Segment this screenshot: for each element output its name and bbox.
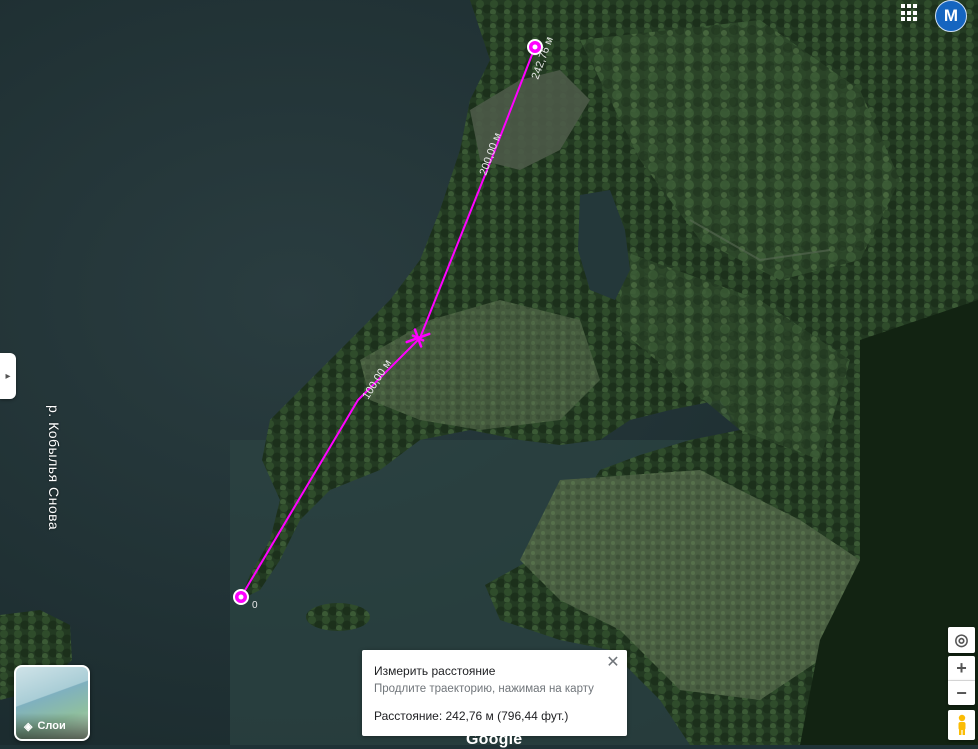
layers-button[interactable]: ◈ Слои <box>14 665 90 741</box>
measure-distance-card: Измерить расстояние Продлите траекторию,… <box>362 650 627 736</box>
my-location-icon[interactable]: ◎ <box>948 627 975 653</box>
pegman-icon[interactable] <box>948 710 975 740</box>
measure-label-start: 0 <box>252 600 258 611</box>
satellite-map[interactable]: 100,00 м 200,00 м 242,76 м 0 <box>0 0 978 745</box>
measure-hint: Продлите траекторию, нажимая на карту <box>374 683 594 695</box>
account-avatar[interactable]: M <box>935 0 967 32</box>
measure-distance-value: Расстояние: 242,76 м (796,44 фут.) <box>374 709 569 723</box>
close-icon[interactable]: ✕ <box>605 652 621 672</box>
river-label: р. Кобылья Снова <box>46 405 62 531</box>
layers-icon: ◈ <box>24 720 33 733</box>
side-panel-toggle[interactable]: ▸ <box>0 353 16 399</box>
layers-label: Слои <box>37 720 66 732</box>
zoom-in-button[interactable]: + <box>948 656 975 681</box>
google-logo: Google <box>466 731 523 748</box>
zoom-out-button[interactable]: − <box>948 681 975 705</box>
measure-title: Измерить расстояние <box>374 664 496 678</box>
chevron-right-icon: ▸ <box>5 370 11 382</box>
apps-grid-icon[interactable] <box>900 3 920 23</box>
pegman-figure <box>958 714 965 735</box>
measure-start-marker[interactable] <box>233 589 249 605</box>
